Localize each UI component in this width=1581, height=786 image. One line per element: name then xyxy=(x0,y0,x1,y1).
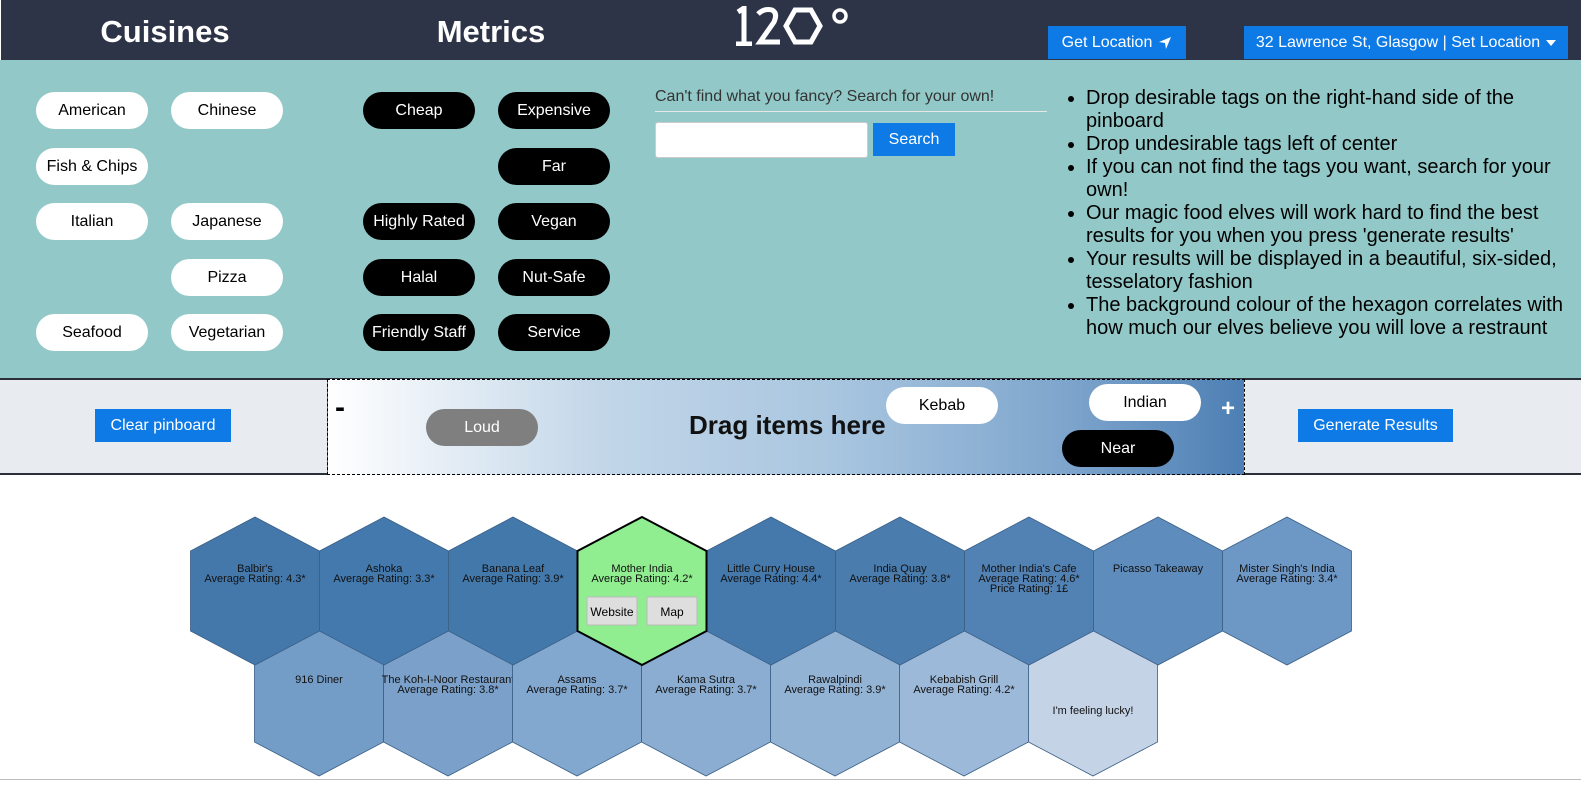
restaurant-name: I'm feeling lucky! xyxy=(1053,705,1134,717)
generate-results-button[interactable]: Generate Results xyxy=(1298,409,1453,442)
tag-highly-rated[interactable]: Highly Rated xyxy=(363,203,475,240)
caret-down-icon xyxy=(1546,39,1557,46)
tag-cheap[interactable]: Cheap xyxy=(363,92,475,129)
pinned-tag-loud[interactable]: Loud xyxy=(426,409,538,446)
restaurant-rating: Average Rating: 3.3* xyxy=(333,573,435,585)
pinned-tag-indian[interactable]: Indian xyxy=(1089,384,1201,421)
instruction-item: If you can not find the tags you want, s… xyxy=(1086,156,1574,202)
tag-italian[interactable]: Italian xyxy=(36,203,148,240)
instruction-item: Drop undesirable tags left of center xyxy=(1086,133,1574,156)
hexagon-shape[interactable] xyxy=(1222,516,1352,666)
website-button[interactable]: Website xyxy=(586,596,638,626)
tag-far[interactable]: Far xyxy=(498,148,610,185)
restaurant-rating: Average Rating: 3.8* xyxy=(397,684,499,696)
map-button[interactable]: Map xyxy=(646,596,698,626)
tag-expensive[interactable]: Expensive xyxy=(498,92,610,129)
get-location-button[interactable]: Get Location xyxy=(1048,26,1186,59)
search-label: Can't find what you fancy? Search for yo… xyxy=(655,88,1047,112)
instructions-list: Drop desirable tags on the right-hand si… xyxy=(1066,87,1574,340)
set-location-dropdown[interactable]: 32 Lawrence St, Glasgow | Set Location xyxy=(1244,26,1568,59)
tag-vegan[interactable]: Vegan xyxy=(498,203,610,240)
minus-marker: - xyxy=(335,391,345,424)
clear-pinboard-button[interactable]: Clear pinboard xyxy=(95,409,231,442)
app-root: Cuisines Metrics Get Location 32 Lawrenc… xyxy=(0,0,1581,786)
location-arrow-icon xyxy=(1159,36,1172,49)
pinned-tag-near[interactable]: Near xyxy=(1062,430,1174,467)
tag-japanese[interactable]: Japanese xyxy=(171,203,283,240)
tag-pizza[interactable]: Pizza xyxy=(171,259,283,296)
pinned-tag-kebab[interactable]: Kebab xyxy=(886,387,998,424)
restaurant-rating: Average Rating: 3.8* xyxy=(849,573,951,585)
results-hex-grid: 916 Diner The Koh-I-Noor RestaurantAverag… xyxy=(190,515,1352,777)
instruction-item: Our magic food elves will work hard to f… xyxy=(1086,202,1574,248)
restaurant-rating: Average Rating: 4.3* xyxy=(204,573,306,585)
tag-friendly-staff[interactable]: Friendly Staff xyxy=(363,314,475,351)
restaurant-name: Picasso Takeaway xyxy=(1113,563,1204,575)
cuisines-title: Cuisines xyxy=(100,14,230,49)
tag-vegetarian[interactable]: Vegetarian xyxy=(171,314,283,351)
restaurant-rating: Average Rating: 3.7* xyxy=(526,684,628,696)
website-button-label: Website xyxy=(590,605,633,619)
instruction-item: Drop desirable tags on the right-hand si… xyxy=(1086,87,1574,133)
restaurant-rating: Average Rating: 3.4* xyxy=(1236,573,1338,585)
location-label: 32 Lawrence St, Glasgow | Set Location xyxy=(1255,33,1541,51)
restaurant-rating: Average Rating: 4.2* xyxy=(913,684,1015,696)
header-bar: Cuisines Metrics Get Location 32 Lawrenc… xyxy=(0,0,1581,60)
restaurant-rating: Average Rating: 4.2* xyxy=(591,573,693,585)
restaurant-rating: Average Rating: 3.7* xyxy=(655,684,757,696)
restaurant-rating: Average Rating: 4.4* xyxy=(720,573,822,585)
tag-service[interactable]: Service xyxy=(498,314,610,351)
result-hex-mister-singh-s-india[interactable]: Mister Singh's IndiaAverage Rating: 3.4* xyxy=(1222,516,1352,666)
get-location-label: Get Location xyxy=(1061,33,1153,51)
logo-120-degrees xyxy=(736,6,848,46)
restaurant-rating: Average Rating: 3.9* xyxy=(462,573,564,585)
restaurant-price: Price Rating: 1£ xyxy=(990,583,1068,595)
tag-american[interactable]: American xyxy=(36,92,148,129)
instruction-item: Your results will be displayed in a beau… xyxy=(1086,248,1574,294)
tag-seafood[interactable]: Seafood xyxy=(36,314,148,351)
instruction-item: The background colour of the hexagon cor… xyxy=(1086,294,1574,340)
drop-hint-text: Drag items here xyxy=(689,410,886,440)
tag-halal[interactable]: Halal xyxy=(363,259,475,296)
tag-fish-chips[interactable]: Fish & Chips xyxy=(36,148,148,185)
tag-nut-safe[interactable]: Nut-Safe xyxy=(498,259,610,296)
bottom-divider xyxy=(0,779,1581,780)
restaurant-name: 916 Diner xyxy=(295,674,343,686)
plus-marker: + xyxy=(1221,395,1236,422)
search-input[interactable] xyxy=(655,122,868,158)
map-button-label: Map xyxy=(660,605,684,619)
search-button[interactable]: Search xyxy=(873,123,955,156)
tag-chinese[interactable]: Chinese xyxy=(171,92,283,129)
metrics-title: Metrics xyxy=(436,14,546,49)
restaurant-rating: Average Rating: 3.9* xyxy=(784,684,886,696)
